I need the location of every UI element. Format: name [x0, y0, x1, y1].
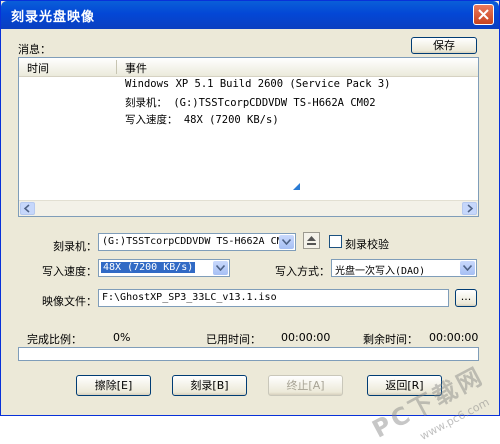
horizontal-scrollbar[interactable] [19, 200, 478, 216]
scroll-right-button[interactable] [462, 202, 477, 215]
messages-label: 消息： [18, 43, 51, 56]
scroll-left-button[interactable] [20, 202, 35, 215]
close-button[interactable] [473, 4, 494, 25]
log-line: 写入速度： 48X (7200 KB/s) [125, 114, 279, 126]
log-header: 时间 事件 [19, 58, 478, 77]
completion-value: 0% [113, 331, 131, 344]
title-bar: 刻录光盘映像 [1, 1, 499, 29]
stop-button: 终止[A] [268, 375, 343, 396]
chevron-right-icon [467, 204, 474, 213]
burner-value: (G:)TSSTcorpCDDVDW TS-H662A CM02 [102, 236, 295, 247]
completion-label: 完成比例： [27, 333, 82, 346]
browse-button[interactable]: ... [455, 289, 477, 307]
close-icon [478, 9, 489, 20]
dropdown-arrow[interactable] [460, 261, 475, 275]
image-file-input[interactable]: F:\GhostXP_SP3_33LC_v13.1.iso [98, 289, 449, 307]
burn-image-dialog: 刻录光盘映像 消息： 保存 时间 事件 Windows XP 5.1 Build… [0, 0, 500, 443]
chevron-left-icon [23, 204, 30, 213]
erase-button[interactable]: 擦除[E] [76, 375, 151, 396]
verify-checkbox[interactable] [329, 235, 342, 248]
progress-bar [18, 347, 479, 361]
elapsed-value: 00:00:00 [281, 331, 331, 344]
remaining-label: 剩余时间： [363, 333, 418, 346]
dropdown-arrow[interactable] [213, 261, 228, 275]
write-mode-select[interactable]: 光盘一次写入(DAO) [331, 259, 477, 277]
image-file-value: F:\GhostXP_SP3_33LC_v13.1.iso [102, 292, 277, 303]
resize-marker-icon [293, 183, 300, 190]
speed-select[interactable]: 48X (7200 KB/s) [98, 259, 230, 277]
dropdown-arrow[interactable] [279, 235, 294, 249]
verify-label[interactable]: 刻录校验 [345, 236, 389, 252]
speed-label: 写入速度： [42, 265, 97, 278]
window-title: 刻录光盘映像 [11, 10, 96, 25]
elapsed-label: 已用时间： [206, 333, 261, 346]
image-file-label: 映像文件： [42, 295, 97, 308]
message-log[interactable]: 时间 事件 Windows XP 5.1 Build 2600 (Service… [18, 57, 479, 217]
burner-select[interactable]: (G:)TSSTcorpCDDVDW TS-H662A CM02 [98, 233, 296, 251]
log-column-time[interactable]: 时间 [27, 60, 49, 76]
column-divider [116, 60, 117, 74]
write-mode-label: 写入方式： [275, 265, 330, 278]
write-mode-value: 光盘一次写入(DAO) [335, 266, 426, 277]
remaining-value: 00:00:00 [429, 331, 479, 344]
burn-button[interactable]: 刻录[B] [172, 375, 247, 396]
log-line: Windows XP 5.1 Build 2600 (Service Pack … [125, 78, 391, 90]
speed-value: 48X (7200 KB/s) [101, 262, 196, 273]
chevron-down-icon [463, 265, 472, 271]
chevron-down-icon [216, 265, 225, 271]
eject-icon[interactable] [303, 232, 320, 249]
save-button[interactable]: 保存 [411, 37, 477, 54]
burner-label: 刻录机： [53, 240, 97, 253]
chevron-down-icon [282, 239, 291, 245]
log-column-event[interactable]: 事件 [125, 60, 147, 76]
log-line: 刻录机： (G:)TSSTcorpCDDVDW TS-H662A CM02 [125, 97, 376, 109]
